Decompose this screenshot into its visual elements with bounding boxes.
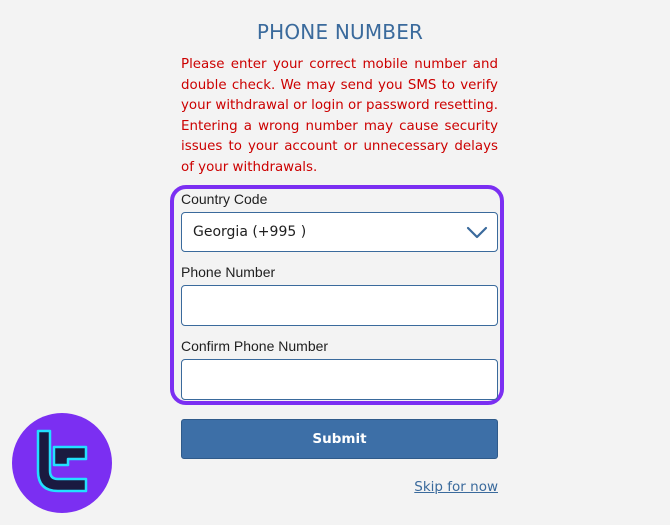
brand-logo-icon (12, 413, 112, 513)
confirm-phone-number-input[interactable] (181, 359, 498, 400)
skip-for-now-link[interactable]: Skip for now (414, 479, 498, 495)
country-code-label: Country Code (181, 191, 268, 207)
phone-number-label: Phone Number (181, 264, 276, 280)
phone-number-input[interactable] (181, 285, 498, 326)
country-code-value: Georgia (+995 ) (193, 224, 307, 240)
country-code-select[interactable]: Georgia (+995 ) (181, 212, 498, 252)
warning-message: Please enter your correct mobile number … (181, 57, 498, 175)
submit-button[interactable]: Submit (181, 419, 498, 459)
page-title: PHONE NUMBER (256, 20, 424, 44)
chevron-down-icon (466, 226, 488, 239)
confirm-phone-number-label: Confirm Phone Number (181, 338, 329, 354)
